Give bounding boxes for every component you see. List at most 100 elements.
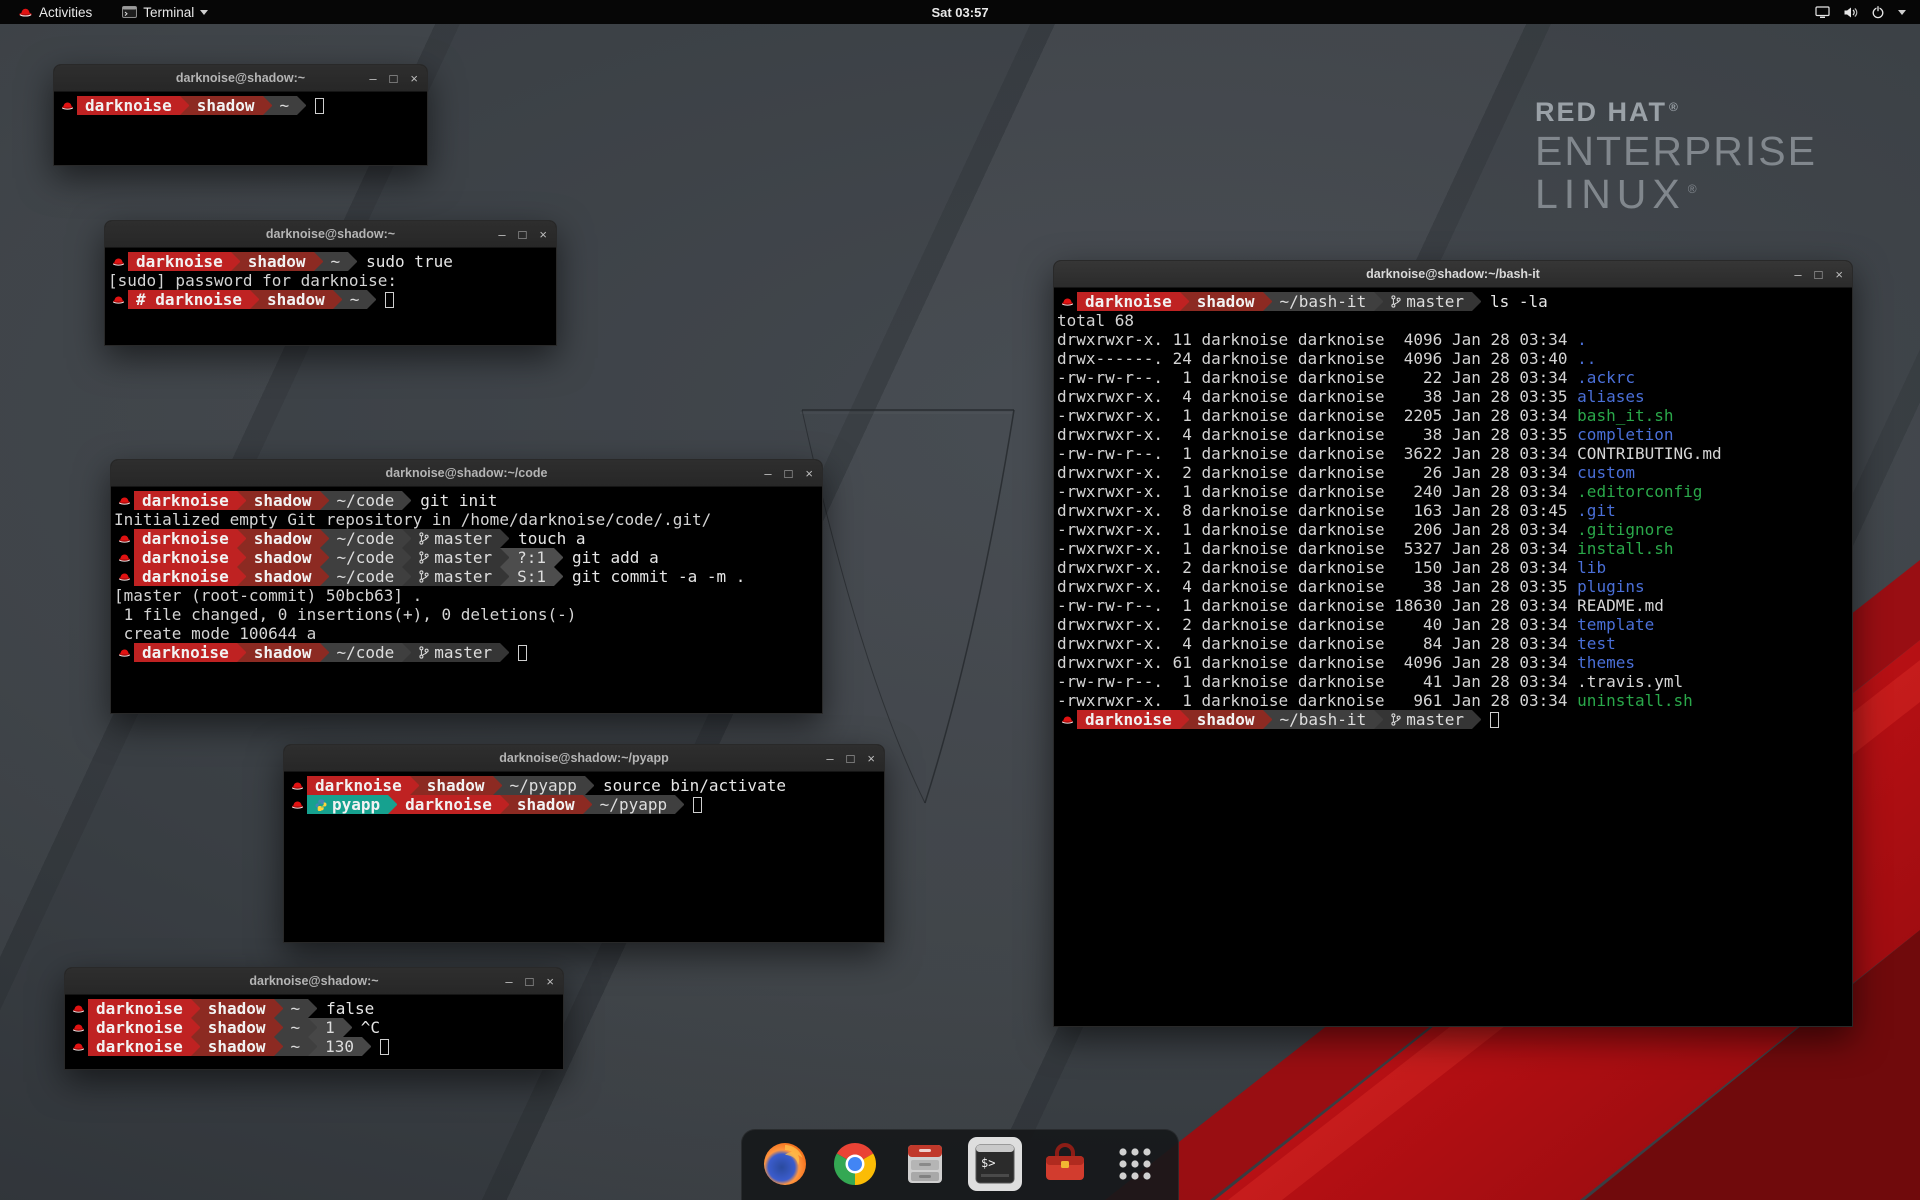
- window-titlebar[interactable]: darknoise@shadow:~/bash-it–□×: [1054, 261, 1852, 288]
- maximize-button[interactable]: □: [526, 975, 534, 988]
- minimize-button[interactable]: –: [1794, 268, 1801, 281]
- minimize-button[interactable]: –: [764, 467, 771, 480]
- terminal-content[interactable]: darknoiseshadow~: [54, 92, 427, 165]
- prompt-segment-path: ~: [283, 1018, 309, 1037]
- redhat-prompt-icon: [68, 1037, 88, 1056]
- terminal-content[interactable]: darknoiseshadow~falsedarknoiseshadow~1^C…: [65, 995, 563, 1069]
- dock-item-show-applications[interactable]: [1108, 1137, 1162, 1191]
- segment-text: darknoise: [96, 1037, 183, 1056]
- powerline-separator-icon: [191, 1037, 200, 1056]
- window-titlebar[interactable]: darknoise@shadow:~/code–□×: [111, 460, 822, 487]
- maximize-button[interactable]: □: [1815, 268, 1823, 281]
- file-name: test: [1577, 634, 1616, 653]
- redhat-prompt-icon: [114, 491, 134, 510]
- dock-item-firefox[interactable]: [758, 1137, 812, 1191]
- close-button[interactable]: ×: [539, 228, 547, 241]
- segment-text: darknoise: [1085, 292, 1172, 311]
- prompt-segment-path: ~/bash-it: [1272, 710, 1375, 729]
- powerline-separator-icon: [500, 567, 509, 586]
- redhat-prompt-icon: [114, 567, 134, 586]
- file-meta: drwxrwxr-x. 8 darknoise darknoise 163 Ja…: [1057, 501, 1577, 520]
- prompt-segment-user: darknoise: [134, 548, 237, 567]
- system-status-area[interactable]: [1801, 0, 1920, 24]
- prompt-segment-user: darknoise: [77, 96, 180, 115]
- segment-text: ~/bash-it: [1280, 710, 1367, 729]
- powerline-separator-icon: [585, 776, 594, 795]
- dock-item-chrome[interactable]: [828, 1137, 882, 1191]
- terminal-line: darknoiseshadow~1^C: [68, 1018, 560, 1037]
- powerline-separator-icon: [500, 643, 509, 662]
- segment-text: master: [434, 529, 492, 548]
- close-button[interactable]: ×: [1835, 268, 1843, 281]
- close-button[interactable]: ×: [546, 975, 554, 988]
- minimize-button[interactable]: –: [498, 228, 505, 241]
- terminal-content[interactable]: darknoiseshadow~sudo true[sudo] password…: [105, 248, 556, 345]
- powerline-separator-icon: [554, 548, 563, 567]
- dock-item-software[interactable]: [1038, 1137, 1092, 1191]
- segment-text: shadow: [517, 795, 575, 814]
- file-name: .ackrc: [1577, 368, 1635, 387]
- window-titlebar[interactable]: darknoise@shadow:~–□×: [105, 221, 556, 248]
- terminal-line: darknoiseshadow~/codegit init: [114, 491, 819, 510]
- close-button[interactable]: ×: [410, 72, 418, 85]
- maximize-button[interactable]: □: [847, 752, 855, 765]
- powerline-separator-icon: [402, 529, 411, 548]
- power-icon[interactable]: [1871, 5, 1885, 19]
- file-meta: drwxrwxr-x. 4 darknoise darknoise 38 Jan…: [1057, 577, 1577, 596]
- segment-text: shadow: [267, 290, 325, 309]
- minimize-button[interactable]: –: [369, 72, 376, 85]
- prompt-segment-path: ~/code: [329, 491, 403, 510]
- powerline-separator-icon: [320, 567, 329, 586]
- prompt-segment-path: ~: [323, 252, 349, 271]
- maximize-button[interactable]: □: [390, 72, 398, 85]
- file-meta: -rw-rw-r--. 1 darknoise darknoise 3622 J…: [1057, 444, 1577, 463]
- file-name: .git: [1577, 501, 1616, 520]
- terminal-window-bashit: darknoise@shadow:~/bash-it–□×darknoisesh…: [1053, 260, 1853, 1027]
- prompt-segment-user: darknoise: [88, 1037, 191, 1056]
- terminal-line: -rwxrwxr-x. 1 darknoise darknoise 961 Ja…: [1057, 691, 1849, 710]
- terminal-content[interactable]: darknoiseshadow~/pyappsource bin/activat…: [284, 772, 884, 942]
- terminal-line: darknoiseshadow~: [57, 96, 424, 115]
- volume-icon[interactable]: [1843, 6, 1858, 19]
- firefox-icon: [762, 1141, 808, 1187]
- file-meta: -rwxrwxr-x. 1 darknoise darknoise 961 Ja…: [1057, 691, 1577, 710]
- command-text: sudo true: [357, 252, 453, 271]
- powerline-separator-icon: [1472, 710, 1481, 729]
- powerline-separator-icon: [1180, 710, 1189, 729]
- terminal-content[interactable]: darknoiseshadow~/bash-itmasterls -latota…: [1054, 288, 1852, 1026]
- minimize-button[interactable]: –: [826, 752, 833, 765]
- segment-text: ~: [291, 999, 301, 1018]
- powerline-separator-icon: [191, 1018, 200, 1037]
- display-icon[interactable]: [1815, 6, 1830, 19]
- minimize-button[interactable]: –: [505, 975, 512, 988]
- chevron-down-icon[interactable]: [1898, 10, 1906, 15]
- prompt-segment-path: ~: [272, 96, 298, 115]
- segment-text: ~/code: [337, 567, 395, 586]
- app-menu-terminal[interactable]: Terminal: [114, 0, 216, 24]
- close-button[interactable]: ×: [805, 467, 813, 480]
- terminal-line: darknoiseshadow~/codemaster?:1git add a: [114, 548, 819, 567]
- powerline-separator-icon: [1180, 292, 1189, 311]
- maximize-button[interactable]: □: [519, 228, 527, 241]
- prompt-segment-git: master: [411, 529, 500, 548]
- clock[interactable]: Sat 03:57: [931, 0, 988, 24]
- terminal-line: [master (root-commit) 50bcb63] .: [114, 586, 819, 605]
- terminal-content[interactable]: darknoiseshadow~/codegit initInitialized…: [111, 487, 822, 713]
- window-titlebar[interactable]: darknoise@shadow:~–□×: [54, 65, 427, 92]
- powerline-separator-icon: [402, 491, 411, 510]
- activities-button[interactable]: Activities: [10, 0, 100, 24]
- window-titlebar[interactable]: darknoise@shadow:~–□×: [65, 968, 563, 995]
- file-name: ..: [1577, 349, 1596, 368]
- redhat-prompt-icon: [1057, 710, 1077, 729]
- redhat-prompt-icon: [57, 96, 77, 115]
- terminal-line: darknoiseshadow~/bash-itmaster: [1057, 710, 1849, 729]
- dock-item-terminal[interactable]: $>: [968, 1137, 1022, 1191]
- maximize-button[interactable]: □: [785, 467, 793, 480]
- chrome-icon: [832, 1141, 878, 1187]
- window-titlebar[interactable]: darknoise@shadow:~/pyapp–□×: [284, 745, 884, 772]
- dock-item-files[interactable]: [898, 1137, 952, 1191]
- terminal-cursor: [385, 292, 394, 308]
- segment-text: master: [1406, 710, 1464, 729]
- close-button[interactable]: ×: [867, 752, 875, 765]
- powerline-separator-icon: [297, 96, 306, 115]
